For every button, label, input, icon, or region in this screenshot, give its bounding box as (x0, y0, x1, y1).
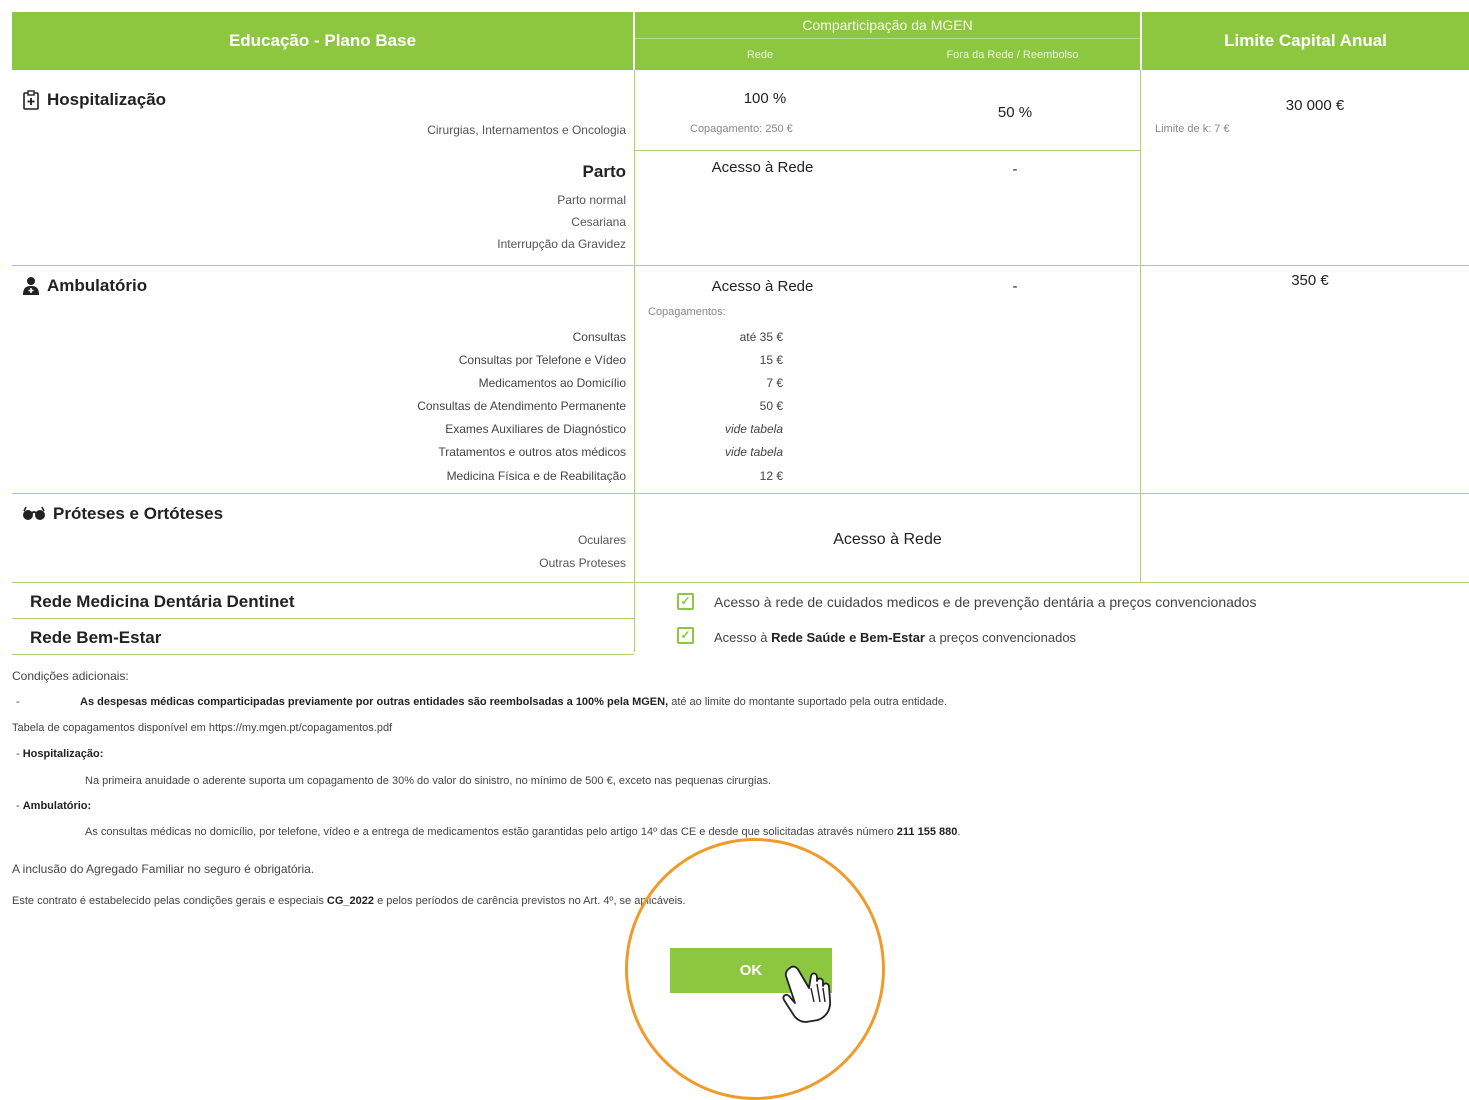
conditions-family: A inclusão do Agregado Familiar no segur… (12, 862, 315, 876)
column-divider (634, 70, 635, 652)
conditions-heading: Condições adicionais: (12, 669, 129, 683)
bemestar-text-pre: Acesso à (714, 630, 772, 645)
header-outside-label: Fora da Rede / Reembolso (946, 49, 1079, 61)
row-divider (12, 582, 1469, 583)
row-divider (634, 150, 1140, 151)
proteses-item: Oculares (577, 533, 626, 547)
parto-item: Interrupção da Gravidez (497, 237, 626, 251)
ambulatorio-row-label: Consultas (572, 330, 626, 344)
conditions-amb-heading: - Ambulatório: (16, 800, 92, 812)
bemestar-title: Rede Bem-Estar (30, 628, 162, 647)
conditions-line1: As despesas médicas comparticipadas prev… (80, 696, 947, 708)
ambulatorio-row-label: Consultas de Atendimento Permanente (417, 399, 626, 413)
conditions-contract-bold: CG_2022 (326, 895, 375, 907)
hospital-icon (23, 90, 39, 110)
ambulatorio-row-label: Medicamentos ao Domicílio (478, 376, 626, 390)
hospitalizacao-copay: Copagamento: 250 € (690, 123, 793, 135)
proteses-network-value: Acesso à Rede (833, 531, 942, 548)
conditions-amb-text-main: As consultas médicas no domicílio, por t… (85, 826, 897, 838)
ambulatorio-copay-label: Copagamentos: (648, 306, 726, 318)
hand-pointer-icon (782, 965, 831, 1023)
ambulatorio-row-value: vide tabela (724, 422, 783, 436)
header-col-plan: Educação - Plano Base (12, 12, 633, 70)
header-col-mgen: Comparticipação da MGEN Rede Fora da Red… (635, 12, 1140, 70)
ambulatorio-title-text: Ambulatório (47, 276, 148, 295)
glasses-icon (23, 506, 45, 520)
proteses-item: Outras Proteses (539, 556, 626, 570)
parto-title: Parto (582, 162, 626, 181)
ambulatorio-row-label: Consultas por Telefone e Vídeo (458, 353, 626, 367)
header-limit-label: Limite Capital Anual (1224, 31, 1387, 50)
bemestar-text: Acesso à Rede Saúde e Bem-Estar a preços… (714, 630, 1076, 645)
ambulatorio-row-value: até 35 € (739, 330, 783, 344)
conditions-line1-bold: As despesas médicas comparticipadas prev… (80, 696, 669, 708)
bemestar-text-post: a preços convencionados (925, 630, 1077, 645)
column-divider (1140, 70, 1141, 582)
conditions-amb-end: . (957, 826, 961, 838)
hospitalizacao-outside-value: 50 % (997, 104, 1033, 121)
parto-item: Parto normal (557, 193, 626, 207)
ambulatorio-row-value: vide tabela (724, 445, 783, 459)
ambulatorio-row-value: 50 € (759, 399, 783, 413)
ambulatorio-section-title: Ambulatório (22, 276, 147, 296)
conditions-hosp-text: Na primeira anuidade o aderente suporta … (85, 775, 772, 787)
proteses-title-text: Próteses e Ortóteses (53, 504, 224, 523)
header-plan-label: Educação - Plano Base (228, 31, 417, 50)
conditions-amb-phone: 211 155 880 (896, 826, 958, 838)
hospitalizacao-title-text: Hospitalização (47, 90, 167, 109)
hospitalizacao-section-title: Hospitalização (22, 90, 166, 110)
conditions-hosp-heading-text: Hospitalização: (22, 748, 104, 760)
dentinet-text: Acesso à rede de cuidados medicos e de p… (714, 594, 1257, 610)
row-divider (12, 493, 1469, 494)
row-divider (12, 654, 634, 655)
hospitalizacao-network-value: 100 % (743, 90, 787, 107)
proteses-section-title: Próteses e Ortóteses (22, 504, 223, 524)
conditions-line2: Tabela de copagamentos disponível em htt… (12, 722, 393, 734)
conditions-amb-text: As consultas médicas no domicílio, por t… (85, 826, 960, 838)
parto-item: Cesariana (571, 215, 626, 229)
parto-network-value: Acesso à Rede (711, 159, 814, 176)
conditions-amb-heading-text: Ambulatório: (22, 800, 92, 812)
hospitalizacao-subtitle: Cirurgias, Internamentos e Oncologia (427, 123, 626, 137)
highlight-circle (625, 838, 885, 1100)
ambulatorio-row-value: 12 € (759, 469, 783, 483)
conditions-dash: - (16, 696, 20, 708)
row-divider (12, 618, 634, 619)
header-col-limit: Limite Capital Anual (1142, 12, 1469, 70)
ambulatorio-outside-value: - (1012, 278, 1018, 295)
bemestar-text-bold: Rede Saúde e Bem-Estar (771, 630, 925, 645)
conditions-contract-post: e pelos períodos de carência previstos n… (374, 895, 686, 907)
conditions-contract: Este contrato é estabelecido pelas condi… (12, 895, 686, 907)
dentinet-title: Rede Medicina Dentária Dentinet (30, 592, 295, 611)
check-icon: ✓ (677, 627, 694, 644)
ambulatorio-row-label: Medicina Física e de Reabilitação (446, 469, 626, 483)
ambulatorio-row-label: Tratamentos e outros atos médicos (438, 445, 626, 459)
conditions-contract-pre: Este contrato é estabelecido pelas condi… (12, 895, 327, 907)
header-network-label: Rede (746, 49, 774, 61)
doctor-icon (23, 277, 39, 295)
parto-outside-value: - (1012, 161, 1018, 178)
ambulatorio-limit-value: 350 € (1291, 272, 1329, 289)
ambulatorio-row-value: 15 € (759, 353, 783, 367)
check-icon: ✓ (677, 593, 694, 610)
conditions-line1-rest: até ao limite do montante suportado pela… (668, 696, 947, 708)
hospitalizacao-limit-value: 30 000 € (1285, 97, 1345, 114)
ambulatorio-row-value: 7 € (766, 376, 783, 390)
conditions-hosp-heading: - Hospitalização: (16, 748, 104, 760)
hospitalizacao-limit-note: Limite de k: 7 € (1155, 123, 1230, 135)
header-mgen-label: Comparticipação da MGEN (802, 17, 973, 33)
row-divider (12, 265, 1469, 266)
ambulatorio-network-value: Acesso à Rede (711, 278, 814, 295)
ambulatorio-row-label: Exames Auxiliares de Diagnóstico (445, 422, 626, 436)
